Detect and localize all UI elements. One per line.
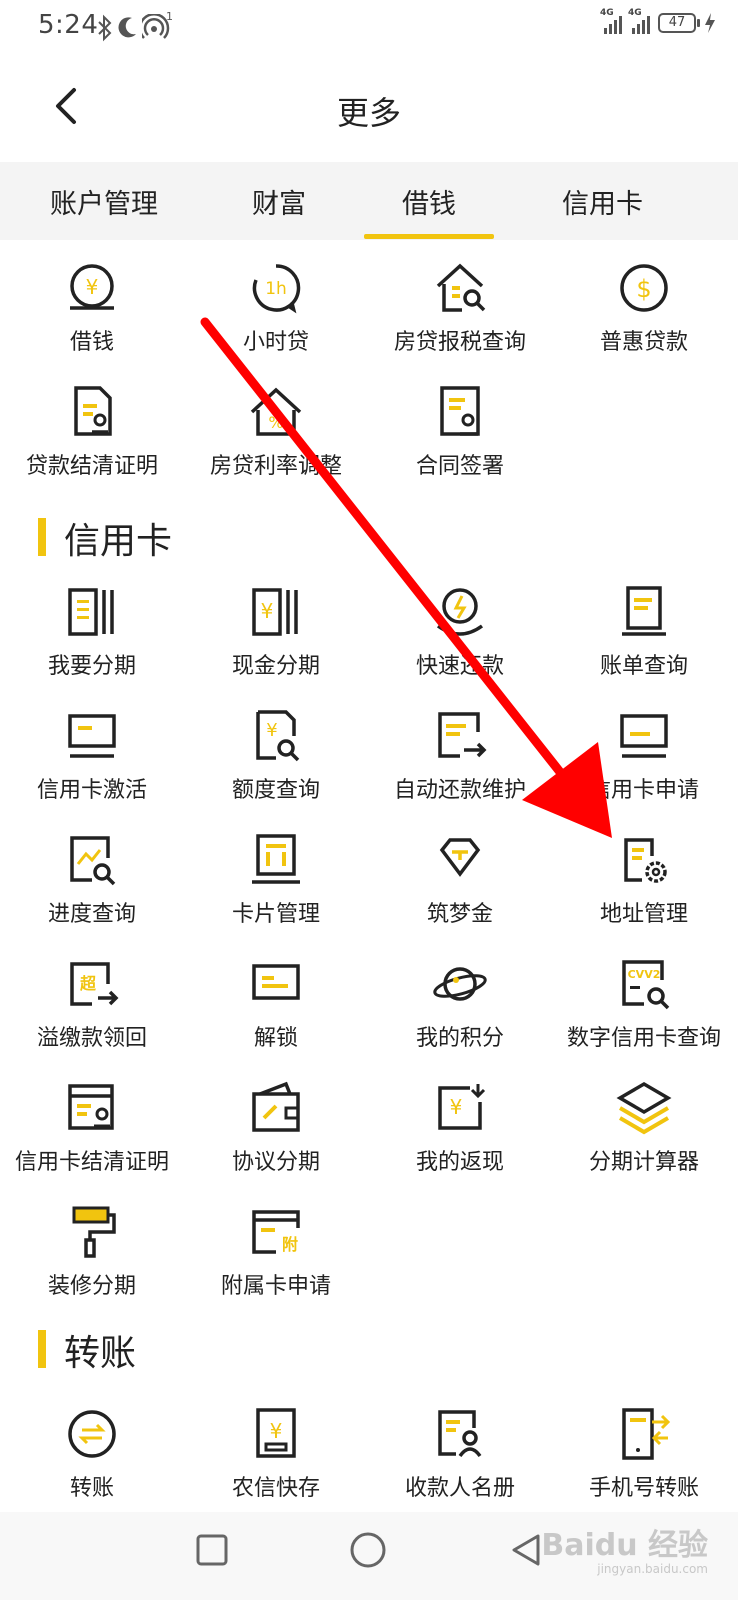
unlock-card-icon (246, 954, 306, 1014)
wallet-agreement-icon (246, 1078, 306, 1138)
watermark-logo: Baidu 经验 (541, 1528, 708, 1563)
quick-repay-icon (430, 582, 490, 642)
grid-item-quick-deposit[interactable]: 农信快存 (184, 1386, 368, 1508)
grid-item-address-manage[interactable]: 地址管理 (552, 812, 736, 934)
grid-item-quick-repay[interactable]: 快速还款 (368, 564, 552, 686)
address-settings-icon (614, 830, 674, 890)
signal-icon-2: 4G (628, 8, 650, 34)
grid-item-overpay-refund[interactable]: 溢缴款领回 (0, 936, 184, 1058)
grid-item-installment-calculator[interactable]: 分期计算器 (552, 1060, 736, 1182)
installment-icon (62, 582, 122, 642)
cash-installment-icon (246, 582, 306, 642)
page-header: 更多 (0, 56, 738, 162)
auto-repay-icon (430, 706, 490, 766)
cvv2-search-icon (614, 954, 674, 1014)
grid-item-cashback[interactable]: 我的返现 (368, 1060, 552, 1182)
payee-list-icon (430, 1404, 490, 1464)
planet-points-icon (430, 954, 490, 1014)
grid-item-card-manage[interactable]: 卡片管理 (184, 812, 368, 934)
grid-item-card-activate[interactable]: 信用卡激活 (0, 688, 184, 810)
grid-item-contract[interactable]: 合同签署 (368, 364, 552, 486)
grid-item-progress-query[interactable]: 进度查询 (0, 812, 184, 934)
triangle-back-icon (512, 1534, 540, 1566)
diamond-icon (430, 830, 490, 890)
bill-query-icon (614, 582, 674, 642)
signal-icon: 4G (600, 8, 622, 34)
watermark-url: jingyan.baidu.com (597, 1562, 708, 1576)
grid-item-transfer[interactable]: 转账 (0, 1386, 184, 1508)
grid-item-rate-adjust[interactable]: 房贷利率调整 (184, 364, 368, 486)
layers-icon (614, 1078, 674, 1138)
battery-indicator: 47 (658, 13, 700, 33)
category-tabs: 账户管理 财富 借钱 信用卡 (0, 162, 738, 240)
paint-roller-icon (62, 1202, 122, 1262)
card-certificate-icon (62, 1078, 122, 1138)
progress-query-icon (62, 830, 122, 890)
tab-wealth[interactable]: 财富 (252, 182, 306, 221)
grid-item-supplementary-card[interactable]: 附属卡申请 (184, 1184, 368, 1306)
status-bar: 5:24 1 4G 4G 47 (0, 0, 738, 56)
grid-item-loan-cert[interactable]: 贷款结清证明 (0, 364, 184, 486)
recent-apps-button[interactable] (192, 1530, 232, 1570)
grid-item-borrow[interactable]: 借钱 (0, 240, 184, 362)
grid-item-digital-card[interactable]: 数字信用卡查询 (552, 936, 736, 1058)
grid-item-cash-installment[interactable]: 现金分期 (184, 564, 368, 686)
grid-item-auto-repay[interactable]: 自动还款维护 (368, 688, 552, 810)
grid-item-payee-list[interactable]: 收款人名册 (368, 1386, 552, 1508)
section-accent-bar (38, 518, 46, 556)
grid-item-card-certificate[interactable]: 信用卡结清证明 (0, 1060, 184, 1182)
grid-item-unlock[interactable]: 解锁 (184, 936, 368, 1058)
section-title: 信用卡 (64, 521, 173, 562)
card-manage-icon (246, 830, 306, 890)
grid-item-my-points[interactable]: 我的积分 (368, 936, 552, 1058)
grid-item-bill-query[interactable]: 账单查询 (552, 564, 736, 686)
section-title: 转账 (64, 1333, 137, 1374)
grid-item-card-apply[interactable]: 信用卡申请 (552, 688, 736, 810)
status-time: 5:24 (38, 10, 99, 40)
back-nav-button[interactable] (506, 1530, 546, 1570)
grid-item-installment[interactable]: 我要分期 (0, 564, 184, 686)
tab-loan[interactable]: 借钱 (364, 182, 494, 239)
house-rate-icon (246, 382, 306, 442)
limit-query-icon (246, 706, 306, 766)
tab-credit-card[interactable]: 信用卡 (562, 182, 643, 221)
hotspot-count: 1 (166, 10, 173, 23)
grid-item-renovation-installment[interactable]: 装修分期 (0, 1184, 184, 1306)
home-button[interactable] (348, 1530, 388, 1570)
transfer-icon (62, 1404, 122, 1464)
phone-transfer-icon (614, 1404, 674, 1464)
quick-deposit-icon (246, 1404, 306, 1464)
page-title: 更多 (336, 94, 401, 132)
tab-account[interactable]: 账户管理 (50, 182, 158, 221)
section-accent-bar (38, 1330, 46, 1368)
square-icon (196, 1534, 228, 1566)
overpay-refund-icon (62, 954, 122, 1014)
dollar-coin-icon (614, 258, 674, 318)
supplementary-card-icon (246, 1202, 306, 1262)
grid-item-phone-transfer[interactable]: 手机号转账 (552, 1386, 736, 1508)
house-search-icon (430, 258, 490, 318)
yen-coin-icon (62, 258, 122, 318)
grid-item-hour-loan[interactable]: 小时贷 (184, 240, 368, 362)
cashback-icon (430, 1078, 490, 1138)
circle-icon (350, 1532, 386, 1568)
charging-icon (705, 13, 715, 33)
moon-icon (116, 14, 140, 46)
bluetooth-icon (96, 14, 114, 46)
card-apply-icon (614, 706, 674, 766)
grid-item-mortgage-tax[interactable]: 房贷报税查询 (368, 240, 552, 362)
certificate-stamp-icon (62, 382, 122, 442)
grid-item-inclusive-loan[interactable]: 普惠贷款 (552, 240, 736, 362)
contract-sign-icon (430, 382, 490, 442)
grid-item-dream-fund[interactable]: 筑梦金 (368, 812, 552, 934)
grid-item-limit-query[interactable]: 额度查询 (184, 688, 368, 810)
card-activate-icon (62, 706, 122, 766)
grid-item-agreement-installment[interactable]: 协议分期 (184, 1060, 368, 1182)
one-hour-clock-icon (246, 258, 306, 318)
